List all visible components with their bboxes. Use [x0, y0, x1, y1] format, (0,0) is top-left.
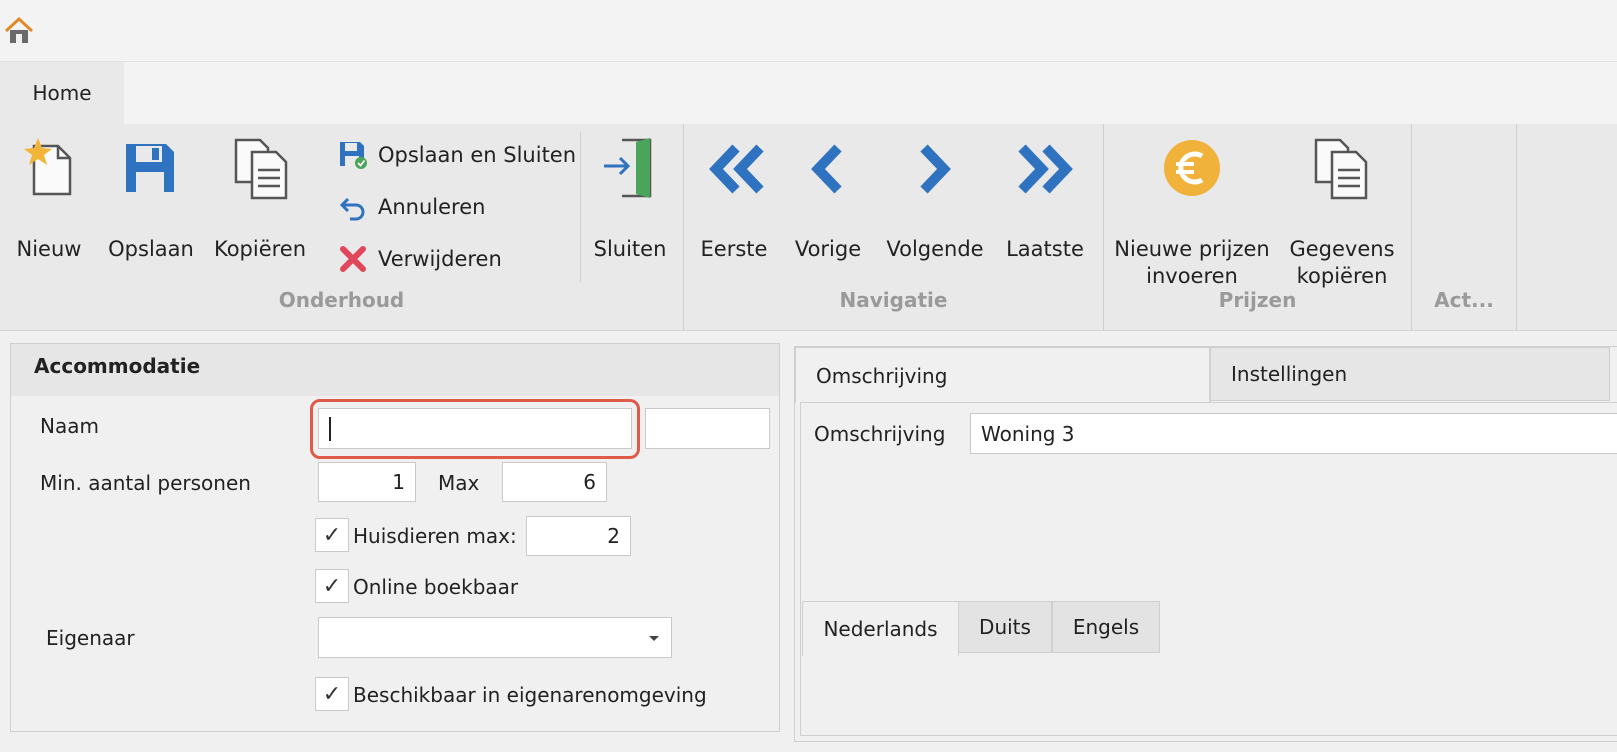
tab-instellingen[interactable]: Instellingen — [1210, 347, 1610, 401]
double-chevron-left-icon — [709, 144, 764, 194]
tab-omschrijving-label: Omschrijving — [816, 363, 948, 388]
new-document-icon — [24, 138, 72, 196]
kopieren-button[interactable]: Kopiëren — [210, 136, 310, 276]
opslaan-label: Opslaan — [108, 237, 194, 261]
opslaan-en-sluiten-label: Opslaan en Sluiten — [378, 143, 577, 167]
tab-instellingen-label: Instellingen — [1231, 362, 1348, 386]
opslaan-button[interactable]: Opslaan — [106, 136, 196, 276]
laatste-label: Laatste — [1006, 237, 1084, 261]
eigenaar-dropdown[interactable] — [318, 617, 672, 658]
naam-label: Naam — [40, 414, 99, 438]
tab-lang-nederlands-label: Nederlands — [823, 617, 938, 641]
tab-lang-engels[interactable]: Engels — [1052, 601, 1160, 653]
tab-lang-engels-label: Engels — [1072, 615, 1140, 639]
nieuwe-prijzen-label-2: invoeren — [1146, 264, 1238, 288]
gegevens-kopieren-label-2: kopiëren — [1296, 264, 1388, 288]
chevron-down-icon[interactable] — [647, 633, 661, 643]
eigenaar-label: Eigenaar — [46, 626, 135, 650]
min-personen-value: 1 — [392, 470, 405, 494]
double-chevron-right-icon — [1018, 144, 1073, 194]
group-label-prijzen: Prijzen — [1218, 288, 1297, 312]
nieuwe-prijzen-label-1: Nieuwe prijzen — [1114, 237, 1270, 261]
checkmark-icon: ✓ — [322, 681, 342, 707]
gegevens-kopieren-label-1: Gegevens — [1289, 237, 1395, 261]
max-personen-input[interactable]: 6 — [502, 462, 607, 502]
opslaan-en-sluiten-button[interactable]: Opslaan en Sluiten — [338, 138, 576, 172]
tab-omschrijving[interactable]: Omschrijving — [795, 347, 1210, 403]
verwijderen-label: Verwijderen — [378, 247, 502, 271]
checkmark-icon: ✓ — [322, 522, 342, 548]
vorige-button[interactable]: Vorige — [790, 136, 866, 276]
exit-door-icon — [604, 138, 652, 198]
naam-extra-input[interactable] — [645, 408, 770, 449]
naam-input[interactable] — [318, 408, 632, 449]
kopieren-label: Kopiëren — [213, 237, 307, 261]
beschikbaar-checkbox[interactable]: ✓ — [315, 677, 349, 711]
sluiten-label: Sluiten — [593, 237, 667, 261]
huisdieren-max-value: 2 — [607, 524, 620, 548]
panel-title: Accommodatie — [34, 354, 201, 378]
huisdieren-label: Huisdieren max: — [353, 524, 517, 548]
text-cursor — [329, 416, 331, 441]
huisdieren-max-input[interactable]: 2 — [526, 516, 631, 556]
undo-icon — [339, 197, 365, 221]
tab-lang-duits-label: Duits — [979, 615, 1031, 639]
verwijderen-button[interactable]: Verwijderen — [338, 242, 502, 276]
home-app-icon[interactable] — [2, 14, 36, 48]
save-icon — [126, 144, 174, 192]
min-personen-input[interactable]: 1 — [318, 462, 416, 502]
ribbon-tab-strip — [0, 62, 1617, 124]
gegevens-kopieren-button[interactable]: Gegevens kopiëren — [1286, 136, 1398, 288]
checkmark-icon: ✓ — [322, 573, 342, 599]
group-label-onderhoud: Onderhoud — [278, 288, 405, 312]
tab-lang-nederlands[interactable]: Nederlands — [802, 601, 959, 656]
annuleren-button[interactable]: Annuleren — [338, 190, 485, 224]
sluiten-button[interactable]: Sluiten — [588, 136, 672, 276]
ribbon-inner-divider — [580, 132, 581, 282]
ribbon: Nieuw Opslaan Kopiëren Opslaan en Sluite… — [0, 124, 1617, 331]
group-label-navigatie: Navigatie — [839, 288, 948, 312]
delete-x-icon — [340, 246, 366, 272]
tab-lang-duits[interactable]: Duits — [958, 601, 1052, 653]
eerste-button[interactable]: Eerste — [692, 136, 776, 276]
online-boekbaar-checkbox[interactable]: ✓ — [315, 569, 349, 603]
volgende-button[interactable]: Volgende — [886, 136, 984, 276]
nieuwe-prijzen-button[interactable]: Nieuwe prijzen invoeren — [1112, 136, 1272, 288]
max-personen-value: 6 — [583, 470, 596, 494]
omschrijving-label: Omschrijving — [814, 422, 946, 446]
annuleren-label: Annuleren — [378, 195, 486, 219]
beschikbaar-label: Beschikbaar in eigenarenomgeving — [353, 683, 707, 707]
nieuw-button[interactable]: Nieuw — [12, 136, 86, 276]
max-label: Max — [438, 471, 480, 495]
euro-icon — [1164, 140, 1220, 196]
omschrijving-value: Woning 3 — [981, 421, 1075, 446]
omschrijving-input[interactable]: Woning 3 — [970, 413, 1617, 454]
min-personen-label: Min. aantal personen — [40, 471, 251, 495]
chevron-left-icon — [811, 144, 842, 194]
nieuw-label: Nieuw — [16, 237, 82, 261]
eerste-label: Eerste — [700, 237, 768, 261]
chevron-right-icon — [920, 144, 951, 194]
save-close-icon — [340, 142, 367, 169]
tab-home[interactable]: Home — [0, 62, 124, 124]
group-label-acties: Act... — [1434, 288, 1494, 312]
laatste-button[interactable]: Laatste — [1000, 136, 1090, 276]
vorige-label: Vorige — [794, 237, 862, 261]
group-divider-acties — [1516, 124, 1517, 331]
copy-data-icon — [1314, 138, 1368, 200]
title-bar — [0, 0, 1617, 62]
huisdieren-checkbox[interactable]: ✓ — [315, 518, 349, 552]
online-boekbaar-label: Online boekbaar — [353, 575, 519, 599]
volgende-label: Volgende — [886, 237, 984, 261]
copy-icon — [234, 138, 288, 200]
